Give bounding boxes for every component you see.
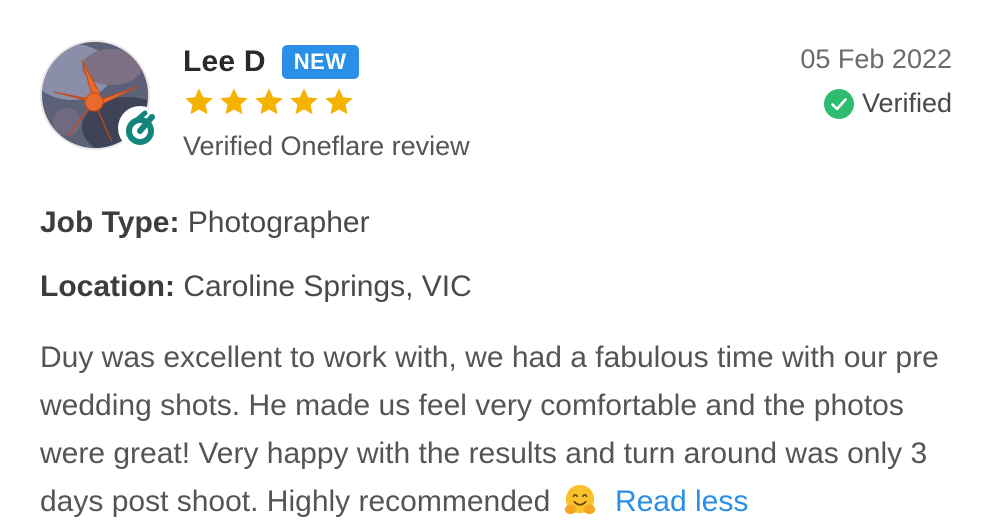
review-card: Lee D NEW Verified Oneflare review 05 Fe…: [0, 0, 990, 528]
oneflare-logo-icon: [118, 106, 162, 150]
review-date: 05 Feb 2022: [800, 44, 952, 74]
location-row: Location: Caroline Springs, VIC: [40, 270, 472, 304]
verified-label: Verified: [861, 88, 952, 118]
star-rating: [183, 86, 355, 118]
job-type-value: Photographer: [187, 206, 370, 239]
job-type-label: Job Type:: [40, 206, 180, 239]
reviewer-name: Lee D: [183, 45, 266, 78]
star-icon: [185, 88, 213, 115]
review-text: Duy was excellent to work with, we had a…: [40, 341, 939, 518]
star-icon: [255, 88, 283, 115]
review-source: Verified Oneflare review: [183, 131, 470, 161]
star-icon: [290, 88, 318, 115]
star-icon: [325, 88, 353, 115]
new-badge: NEW: [281, 45, 359, 79]
review-body: Duy was excellent to work with, we had a…: [40, 334, 950, 526]
job-type-row: Job Type: Photographer: [40, 206, 370, 240]
star-icon: [220, 88, 248, 115]
hugging-face-icon: [564, 484, 595, 515]
reviewer-avatar-group: [40, 40, 162, 150]
location-value: Caroline Springs, VIC: [183, 270, 472, 303]
check-circle-icon: [823, 88, 854, 119]
verified-status: Verified: [823, 88, 952, 119]
reviewer-header: Lee D NEW: [183, 42, 359, 82]
location-label: Location:: [40, 270, 175, 303]
read-less-link[interactable]: Read less: [615, 485, 748, 518]
